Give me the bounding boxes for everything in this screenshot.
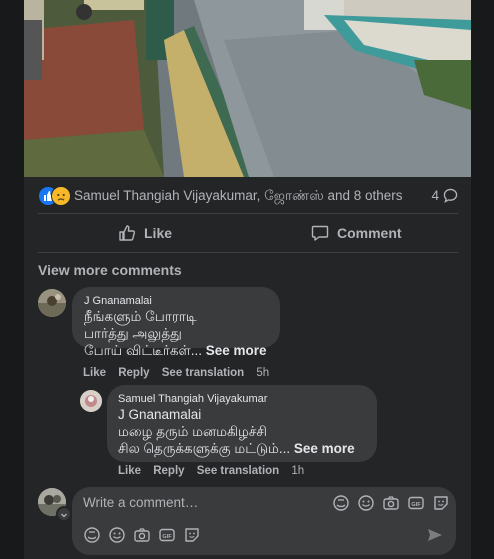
avatar[interactable] (80, 390, 102, 412)
comment-count[interactable]: 4 (431, 188, 458, 203)
reply-text-tail: சில தெருக்களுக்கு மட்டும்... (118, 441, 291, 456)
post-actions: Like Comment (38, 218, 458, 248)
comment-label: Comment (337, 225, 402, 241)
thumbs-up-icon (119, 225, 136, 241)
sad-reaction-icon (51, 186, 71, 206)
avatar-sticker-icon[interactable] (83, 526, 101, 544)
reactions-bar: Samuel Thangiah Vijayakumar, ஜோண்ஸ் and … (38, 185, 458, 207)
comment-timestamp[interactable]: 5h (256, 367, 269, 379)
post-photo[interactable] (24, 0, 471, 177)
see-more-link[interactable]: See more (294, 441, 355, 456)
comment-bubble: J Gnanamalai நீங்களும் போராடி பார்த்து அ… (72, 287, 280, 358)
like-label: Like (144, 225, 173, 241)
reaction-names[interactable]: Samuel Thangiah Vijayakumar, ஜோண்ஸ் and … (74, 188, 403, 206)
reply-meta: Like Reply See translation 1h (118, 465, 313, 477)
post-card: Samuel Thangiah Vijayakumar, ஜோண்ஸ் and … (24, 0, 471, 559)
reaction-icons[interactable] (38, 186, 74, 206)
view-more-comments-link[interactable]: View more comments (38, 262, 182, 278)
reply-mention[interactable]: J Gnanamalai (118, 406, 366, 423)
comment-count-value: 4 (431, 188, 439, 203)
send-icon[interactable] (426, 526, 444, 544)
sticker-icon[interactable] (183, 526, 201, 544)
svg-text:GIF: GIF (411, 502, 421, 508)
comment-text-line: பார்த்து அலுத்து (84, 326, 182, 341)
reply-author[interactable]: Samuel Thangiah Vijayakumar (118, 392, 366, 406)
reply-text-line: சில தெருக்களுக்கு மட்டும்... See more (118, 440, 366, 457)
see-translation-link[interactable]: See translation (197, 465, 279, 477)
comment-author[interactable]: J Gnanamalai (84, 294, 268, 308)
comment-button[interactable]: Comment (311, 218, 402, 248)
comment-composer[interactable]: Write a comment… GIF GIF (72, 487, 456, 555)
camera-icon[interactable] (382, 494, 400, 512)
avatar[interactable] (38, 289, 66, 317)
gif-icon[interactable]: GIF (407, 494, 425, 512)
like-button[interactable]: Like (118, 218, 172, 248)
reply-text-line: மழை தரும் மனமகிழச்சி (118, 424, 267, 439)
reply-timestamp[interactable]: 1h (291, 465, 304, 477)
comment-meta: Like Reply See translation 5h (83, 367, 278, 379)
reply-reply-link[interactable]: Reply (153, 465, 184, 477)
comment-reply-link[interactable]: Reply (118, 367, 149, 379)
gif-icon[interactable]: GIF (158, 526, 176, 544)
see-translation-link[interactable]: See translation (162, 367, 244, 379)
emoji-icon[interactable] (357, 494, 375, 512)
svg-text:GIF: GIF (162, 534, 172, 540)
comment-text-line: போய் விட்டீர்கள்... See more (84, 342, 268, 359)
see-more-link[interactable]: See more (206, 343, 267, 358)
emoji-icon[interactable] (108, 526, 126, 544)
comment-text-line: நீங்களும் போராடி (84, 309, 197, 324)
reply-bubble: Samuel Thangiah Vijayakumar J Gnanamalai… (107, 385, 377, 462)
divider (38, 252, 458, 253)
account-switcher-chevron-icon[interactable] (56, 506, 72, 522)
sticker-icon[interactable] (432, 494, 450, 512)
comment-input[interactable]: Write a comment… (83, 495, 198, 510)
comment-text-tail: போய் விட்டீர்கள்... (84, 343, 202, 358)
divider (38, 213, 458, 214)
reply-like-link[interactable]: Like (118, 465, 141, 477)
comment-bubble-icon (443, 188, 458, 203)
avatar-sticker-icon[interactable] (332, 494, 350, 512)
comment-like-link[interactable]: Like (83, 367, 106, 379)
comment-icon (311, 225, 329, 241)
camera-icon[interactable] (133, 526, 151, 544)
